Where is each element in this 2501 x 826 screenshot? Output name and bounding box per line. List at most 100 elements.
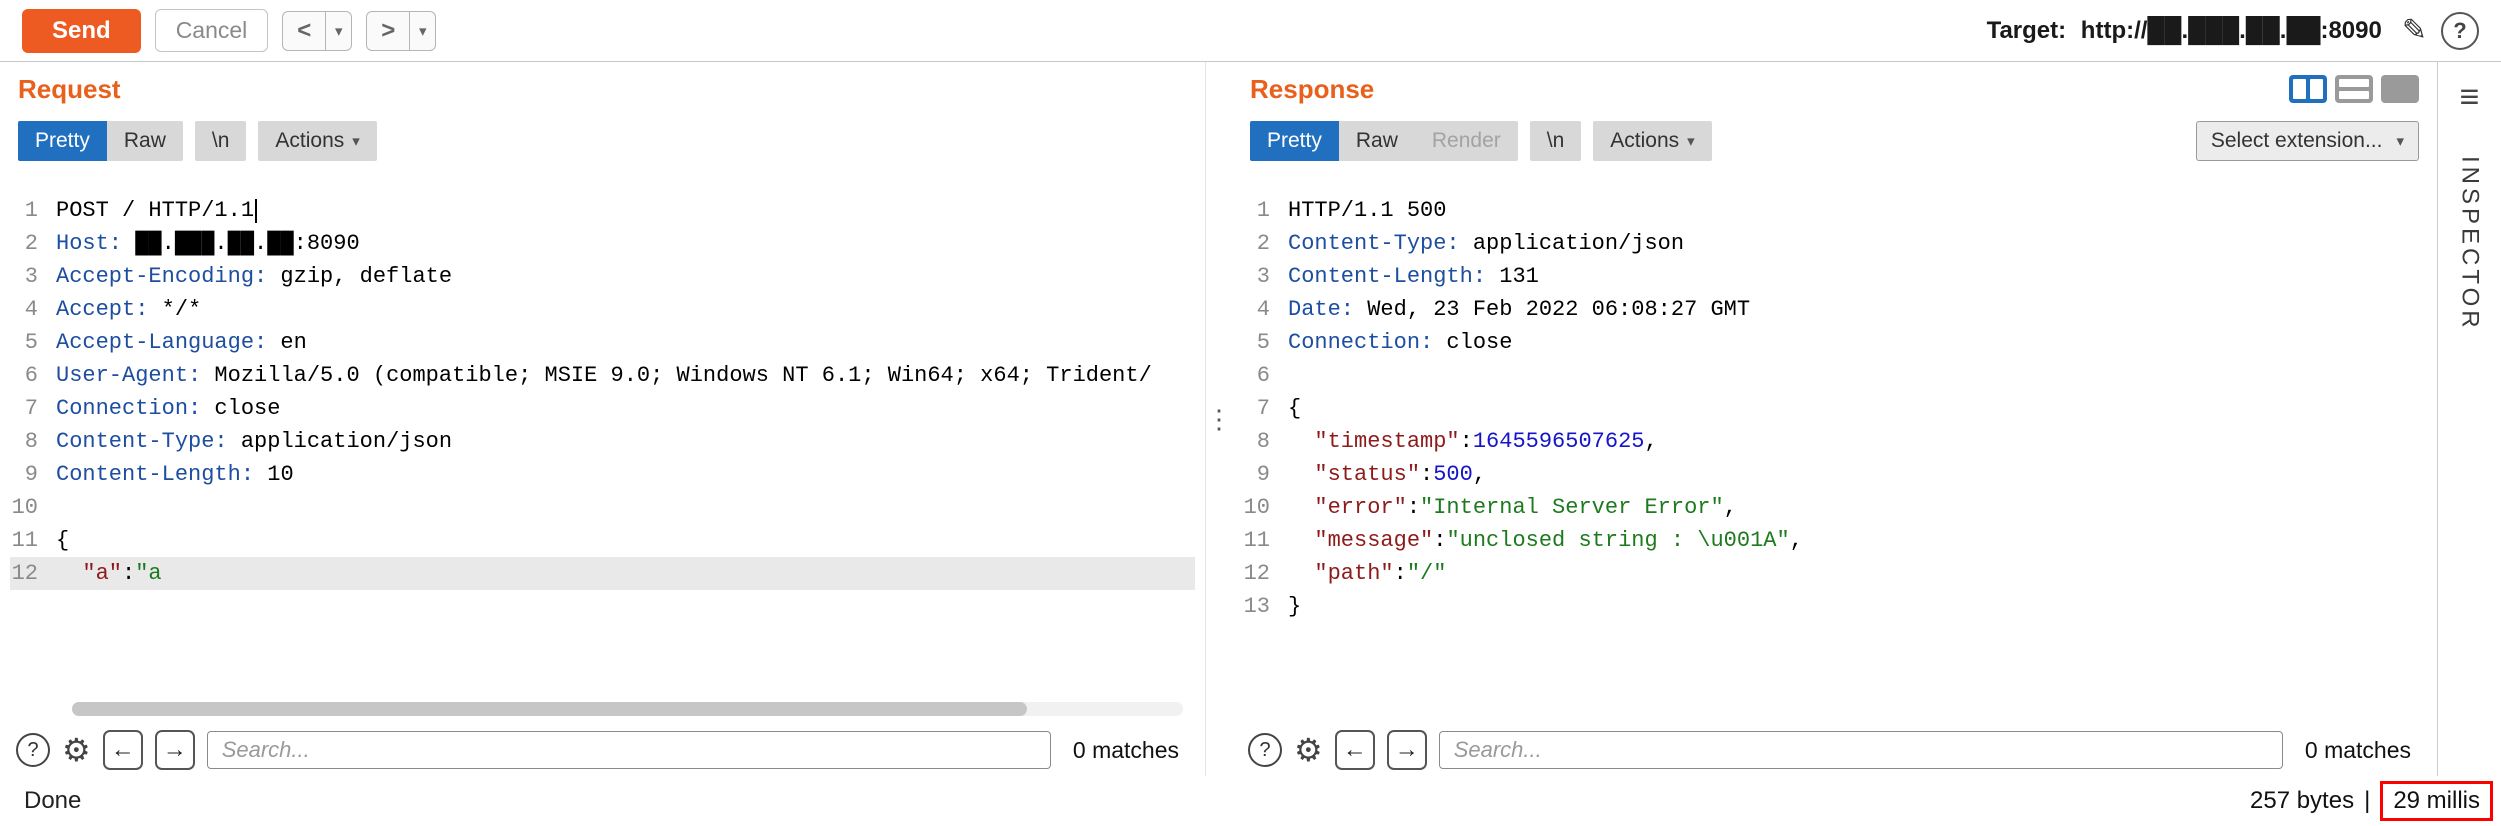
inspector-label[interactable]: INSPECTOR xyxy=(2456,156,2484,332)
layout-rows-button[interactable] xyxy=(2335,75,2373,103)
search-prev-button[interactable]: ← xyxy=(103,730,143,770)
line-content: Content-Type: application/json xyxy=(56,425,452,458)
line-number: 8 xyxy=(1242,425,1288,458)
line-content: Date: Wed, 23 Feb 2022 06:08:27 GMT xyxy=(1288,293,1750,326)
line-content: Accept: */* xyxy=(56,293,201,326)
line-number: 6 xyxy=(1242,359,1288,392)
line-content: POST / HTTP/1.1 xyxy=(56,194,257,227)
line-number: 10 xyxy=(10,491,56,524)
request-tabs-row: Pretty Raw \n Actions ▾ xyxy=(10,116,1195,166)
line-content: { xyxy=(1288,392,1301,425)
scrollbar-thumb[interactable] xyxy=(72,702,1027,716)
code-line: 6User-Agent: Mozilla/5.0 (compatible; MS… xyxy=(10,359,1195,392)
line-number: 8 xyxy=(10,425,56,458)
select-extension-dropdown[interactable]: Select extension... ▾ xyxy=(2196,121,2419,161)
response-view-tab-group: Pretty Raw Render xyxy=(1250,121,1518,161)
line-number: 10 xyxy=(1242,491,1288,524)
line-number: 7 xyxy=(1242,392,1288,425)
chevron-down-icon: ▾ xyxy=(352,132,360,150)
back-button[interactable]: < ▾ xyxy=(282,11,352,51)
tab-raw[interactable]: Raw xyxy=(107,121,183,161)
forward-button[interactable]: > ▾ xyxy=(366,11,436,51)
cancel-button[interactable]: Cancel xyxy=(155,9,269,52)
line-number: 12 xyxy=(10,557,56,590)
tab-newline-toggle[interactable]: \n xyxy=(1530,121,1582,161)
code-line: 8 "timestamp":1645596507625, xyxy=(1242,425,2427,458)
main-split-area: Request Pretty Raw \n Actions ▾ 1POST / … xyxy=(0,62,2501,776)
response-match-count: 0 matches xyxy=(2305,737,2411,764)
code-line: 12 "a":"a xyxy=(10,557,1195,590)
search-next-button[interactable]: → xyxy=(155,730,195,770)
search-help-icon[interactable]: ? xyxy=(16,733,50,767)
response-search-input[interactable] xyxy=(1439,731,2283,769)
chevron-down-icon[interactable]: ▾ xyxy=(409,12,435,50)
code-line: 5Connection: close xyxy=(1242,326,2427,359)
line-content: } xyxy=(1288,590,1301,623)
code-line: 1POST / HTTP/1.1 xyxy=(10,194,1195,227)
inspector-menu-icon[interactable]: ≡ xyxy=(2460,80,2480,114)
response-editor-wrap: 1HTTP/1.1 5002Content-Type: application/… xyxy=(1242,166,2427,724)
code-line: 11 "message":"unclosed string : \u001A", xyxy=(1242,524,2427,557)
edit-target-pencil-icon[interactable]: ✎ xyxy=(2402,13,2427,48)
status-bar: Done 257 bytes | 29 millis xyxy=(0,776,2501,826)
top-toolbar: Send Cancel < ▾ > ▾ Target: http://██.██… xyxy=(0,0,2501,62)
code-line: 2Host: ██.███.██.██:8090 xyxy=(10,227,1195,260)
line-number: 1 xyxy=(1242,194,1288,227)
actions-menu-button[interactable]: Actions ▾ xyxy=(258,121,376,161)
search-prev-button[interactable]: ← xyxy=(1335,730,1375,770)
target-value: http://██.███.██.██:8090 xyxy=(2081,17,2382,44)
search-help-icon[interactable]: ? xyxy=(1248,733,1282,767)
code-line: 7{ xyxy=(1242,392,2427,425)
line-content: "path":"/" xyxy=(1288,557,1446,590)
layout-single-button[interactable] xyxy=(2381,75,2419,103)
code-line: 7Connection: close xyxy=(10,392,1195,425)
request-editor-wrap: 1POST / HTTP/1.12Host: ██.███.██.██:8090… xyxy=(10,166,1195,724)
line-number: 6 xyxy=(10,359,56,392)
code-line: 2Content-Type: application/json xyxy=(1242,227,2427,260)
request-tabs: Pretty Raw \n Actions ▾ xyxy=(18,121,377,161)
request-panel-header: Request xyxy=(10,62,1195,116)
target-display: Target: http://██.███.██.██:8090 xyxy=(1987,17,2382,45)
response-editor[interactable]: 1HTTP/1.1 5002Content-Type: application/… xyxy=(1242,166,2427,724)
search-settings-gear-icon[interactable]: ⚙ xyxy=(1294,734,1323,766)
chevron-down-icon[interactable]: ▾ xyxy=(325,12,351,50)
request-match-count: 0 matches xyxy=(1073,737,1179,764)
text-caret xyxy=(255,199,257,223)
line-number: 1 xyxy=(10,194,56,227)
inspector-sidebar[interactable]: ≡ INSPECTOR xyxy=(2437,62,2501,776)
response-title: Response xyxy=(1250,74,1374,105)
panel-splitter[interactable]: ⋮ xyxy=(1205,62,1232,776)
splitter-handle-icon: ⋮ xyxy=(1206,404,1232,435)
code-line: 3Accept-Encoding: gzip, deflate xyxy=(10,260,1195,293)
line-content: Content-Length: 131 xyxy=(1288,260,1539,293)
tab-render[interactable]: Render xyxy=(1415,121,1518,161)
response-search-bar: ? ⚙ ← → 0 matches xyxy=(1242,724,2427,776)
send-button[interactable]: Send xyxy=(22,9,141,53)
line-content: { xyxy=(56,524,69,557)
request-panel: Request Pretty Raw \n Actions ▾ 1POST / … xyxy=(0,62,1205,776)
tab-raw[interactable]: Raw xyxy=(1339,121,1415,161)
search-settings-gear-icon[interactable]: ⚙ xyxy=(62,734,91,766)
request-search-input[interactable] xyxy=(207,731,1051,769)
response-tabs: Pretty Raw Render \n Actions ▾ xyxy=(1250,121,1712,161)
code-line: 9 "status":500, xyxy=(1242,458,2427,491)
actions-menu-button[interactable]: Actions ▾ xyxy=(1593,121,1711,161)
tab-newline-toggle[interactable]: \n xyxy=(195,121,247,161)
line-content: "a":"a xyxy=(56,557,162,590)
line-number: 5 xyxy=(1242,326,1288,359)
layout-columns-button[interactable] xyxy=(2289,75,2327,103)
line-content: Accept-Language: en xyxy=(56,326,307,359)
line-number: 7 xyxy=(10,392,56,425)
response-panel-header: Response xyxy=(1242,62,2427,116)
line-content: "message":"unclosed string : \u001A", xyxy=(1288,524,1803,557)
request-horizontal-scrollbar[interactable] xyxy=(72,702,1183,716)
code-line: 9Content-Length: 10 xyxy=(10,458,1195,491)
code-line: 6 xyxy=(1242,359,2427,392)
request-editor[interactable]: 1POST / HTTP/1.12Host: ██.███.██.██:8090… xyxy=(10,166,1195,724)
tab-pretty[interactable]: Pretty xyxy=(1250,121,1339,161)
line-number: 11 xyxy=(1242,524,1288,557)
search-next-button[interactable]: → xyxy=(1387,730,1427,770)
help-icon[interactable]: ? xyxy=(2441,12,2479,50)
tab-pretty[interactable]: Pretty xyxy=(18,121,107,161)
code-line: 8Content-Type: application/json xyxy=(10,425,1195,458)
